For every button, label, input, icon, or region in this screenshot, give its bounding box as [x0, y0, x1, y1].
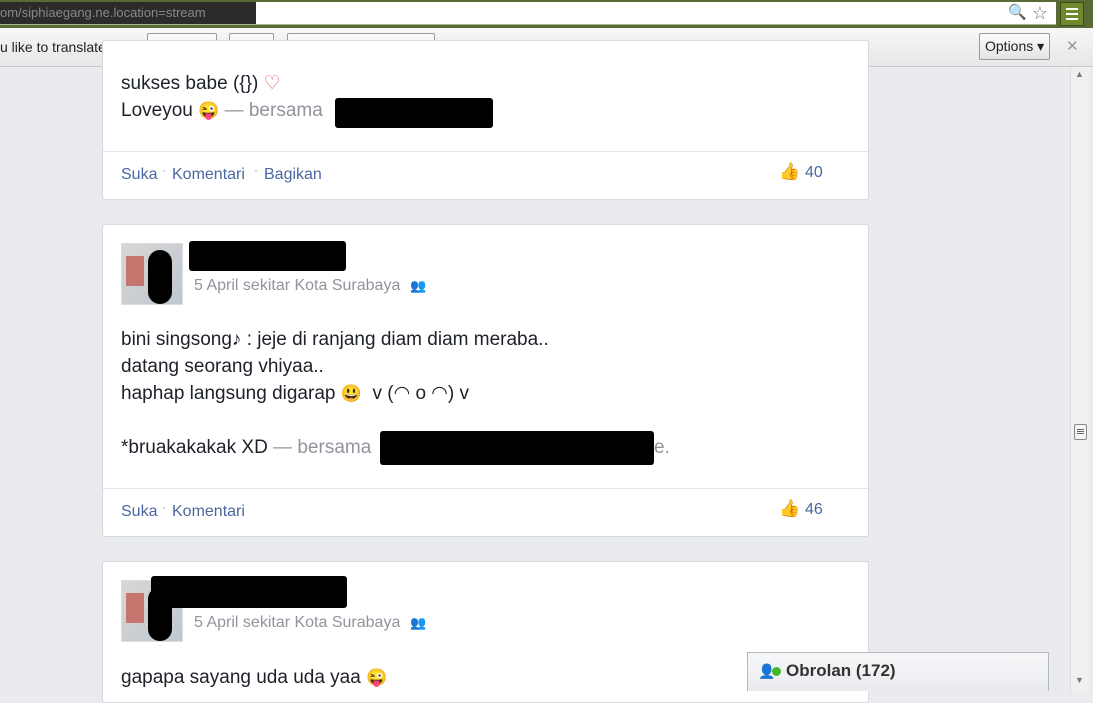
post-timestamp[interactable]: 5 April sekitar Kota Surabaya: [194, 614, 400, 631]
post-text-line: haphap langsung digarap 😃 v (◠ o ◠) v: [121, 383, 469, 404]
post-text-line: *bruakakakak XD — bersama: [121, 437, 372, 458]
redacted-name: [380, 431, 654, 465]
wink-emoji-icon: 😜: [366, 668, 388, 687]
like-count[interactable]: 👍 46: [779, 499, 823, 519]
heart-icon: ♡: [263, 73, 281, 94]
like-link[interactable]: Suka: [121, 503, 157, 521]
redacted-name: [189, 241, 346, 271]
post-timestamp[interactable]: 5 April sekitar Kota Surabaya: [194, 277, 400, 294]
comment-link[interactable]: Komentari: [172, 166, 245, 184]
wink-emoji-icon: 😜: [198, 101, 220, 120]
browser-toolbar: om/siphiaegang.ne.location=stream 🔍 ☆: [0, 0, 1093, 28]
tagged-with: — bersama: [224, 100, 323, 121]
post-text-line: sukses babe ({}) ♡: [121, 73, 281, 94]
like-link[interactable]: Suka: [121, 166, 157, 184]
url-text[interactable]: om/siphiaegang.ne.location=stream: [0, 2, 256, 24]
post-meta: 5 April sekitar Kota Surabaya 👥: [194, 614, 427, 632]
chat-label[interactable]: Obrolan (172): [786, 661, 896, 681]
redacted-name: [151, 576, 347, 608]
feed-post: sukses babe ({}) ♡ Loveyou 😜 — bersama S…: [102, 40, 869, 200]
friends-icon: 👥: [410, 278, 427, 293]
post-text-line: datang seorang vhiyaa..: [121, 356, 324, 377]
feed-post: 5 April sekitar Kota Surabaya 👥 bini sing…: [102, 224, 869, 537]
online-indicator: [772, 667, 781, 676]
address-bar[interactable]: om/siphiaegang.ne.location=stream 🔍 ☆: [0, 2, 1056, 25]
post-meta: 5 April sekitar Kota Surabaya 👥: [194, 277, 427, 295]
friends-icon: 👥: [410, 615, 427, 630]
share-link[interactable]: Bagikan: [264, 166, 322, 184]
bookmark-star-icon[interactable]: ☆: [1030, 3, 1050, 23]
post-text-line: bini singsong♪ : jeje di ranjang diam di…: [121, 329, 549, 350]
post-text-line: gapapa sayang uda uda yaa 😜: [121, 667, 388, 688]
tagged-suffix: e.: [654, 437, 670, 458]
zoom-icon[interactable]: 🔍: [1008, 4, 1027, 22]
chat-tab[interactable]: 👤 Obrolan (172): [747, 652, 1049, 691]
scroll-up-icon[interactable]: ▲: [1075, 69, 1084, 79]
thumbs-up-icon[interactable]: 👍: [779, 499, 800, 519]
avatar[interactable]: [121, 243, 183, 305]
smile-emoji-icon: 😃: [340, 384, 362, 403]
tagged-with: — bersama: [273, 437, 372, 458]
comment-link[interactable]: Komentari: [172, 503, 245, 521]
scroll-thumb[interactable]: [1074, 424, 1087, 440]
close-icon[interactable]: ✕: [1066, 37, 1079, 55]
like-count[interactable]: 👍 40: [779, 162, 823, 182]
scroll-down-icon[interactable]: ▼: [1075, 675, 1084, 685]
redacted-name: [335, 98, 493, 128]
post-actions: Suka · Komentari 👍 46: [103, 488, 868, 535]
options-button[interactable]: Options ▾: [979, 33, 1051, 60]
thumbs-up-icon[interactable]: 👍: [779, 162, 800, 182]
page-scrollbar[interactable]: ▲ ▼: [1070, 67, 1089, 693]
menu-icon[interactable]: [1060, 2, 1084, 26]
post-text-line: Loveyou 😜 — bersama: [121, 100, 323, 121]
post-actions: Suka · Komentari · Bagikan 👍 40: [103, 151, 868, 198]
